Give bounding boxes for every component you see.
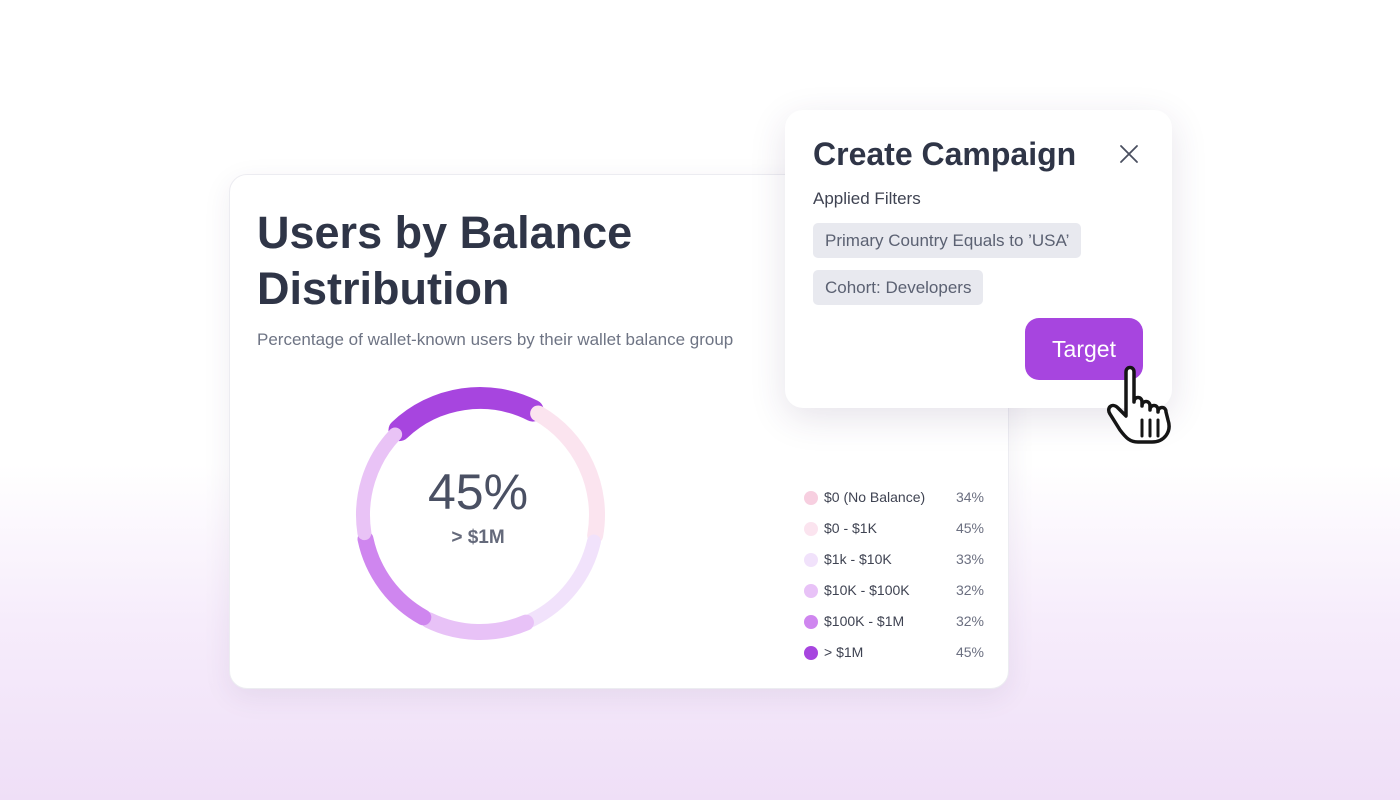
legend-value: 45% <box>955 520 984 536</box>
donut-segment <box>357 531 432 626</box>
donut-segment <box>530 405 605 544</box>
legend-label: $100K - $1M <box>824 613 905 629</box>
legend-value: 32% <box>955 582 984 598</box>
close-icon <box>1120 145 1138 163</box>
donut-segment <box>356 427 403 541</box>
dialog-title: Create Campaign <box>813 136 1077 172</box>
chart-subtitle: Percentage of wallet-known users by thei… <box>257 330 734 349</box>
legend-item: $100K - $1M 32% <box>804 611 984 642</box>
donut-center-label: > $1M <box>451 527 504 548</box>
legend-label: $0 (No Balance) <box>824 489 926 505</box>
chart-legend: $0 (No Balance) 34% $0 - $1K 45% $1k - $10K 3… <box>804 487 984 673</box>
legend-swatch <box>804 646 818 660</box>
filter-chip-country[interactable]: Primary Country Equals to ’USA’ <box>813 223 1082 258</box>
legend-swatch <box>804 615 818 629</box>
legend-item: $0 (No Balance) 34% <box>804 487 984 518</box>
hand-pointer-icon <box>1106 365 1171 444</box>
legend-item: $10K - $100K 32% <box>804 580 984 611</box>
legend-swatch <box>804 553 818 567</box>
legend-swatch <box>804 584 818 598</box>
applied-filters-label: Applied Filters <box>813 189 921 208</box>
legend-swatch <box>804 491 818 505</box>
legend-value: 32% <box>955 613 984 629</box>
legend-label: $1k - $10K <box>824 551 892 567</box>
filter-chip-cohort[interactable]: Cohort: Developers <box>813 270 984 305</box>
donut-segment <box>388 387 544 442</box>
legend-item: $1k - $10K 33% <box>804 549 984 580</box>
legend-value: 33% <box>955 551 984 567</box>
legend-label: $10K - $100K <box>824 582 910 598</box>
legend-value: 45% <box>955 644 984 660</box>
donut-segment <box>524 534 601 628</box>
donut-center-value: 45% <box>428 464 528 520</box>
donut-segment <box>420 612 534 640</box>
donut-chart: 45% > $1M <box>356 387 605 640</box>
legend-value: 34% <box>955 489 984 505</box>
legend-item: $0 - $1K 45% <box>804 518 984 549</box>
legend-item: > $1M 45% <box>804 642 984 673</box>
chart-title: Users by Balance Distribution <box>257 207 633 314</box>
legend-swatch <box>804 522 818 536</box>
close-button[interactable] <box>1117 142 1141 166</box>
legend-label: > $1M <box>824 644 864 660</box>
legend-label: $0 - $1K <box>824 520 877 536</box>
